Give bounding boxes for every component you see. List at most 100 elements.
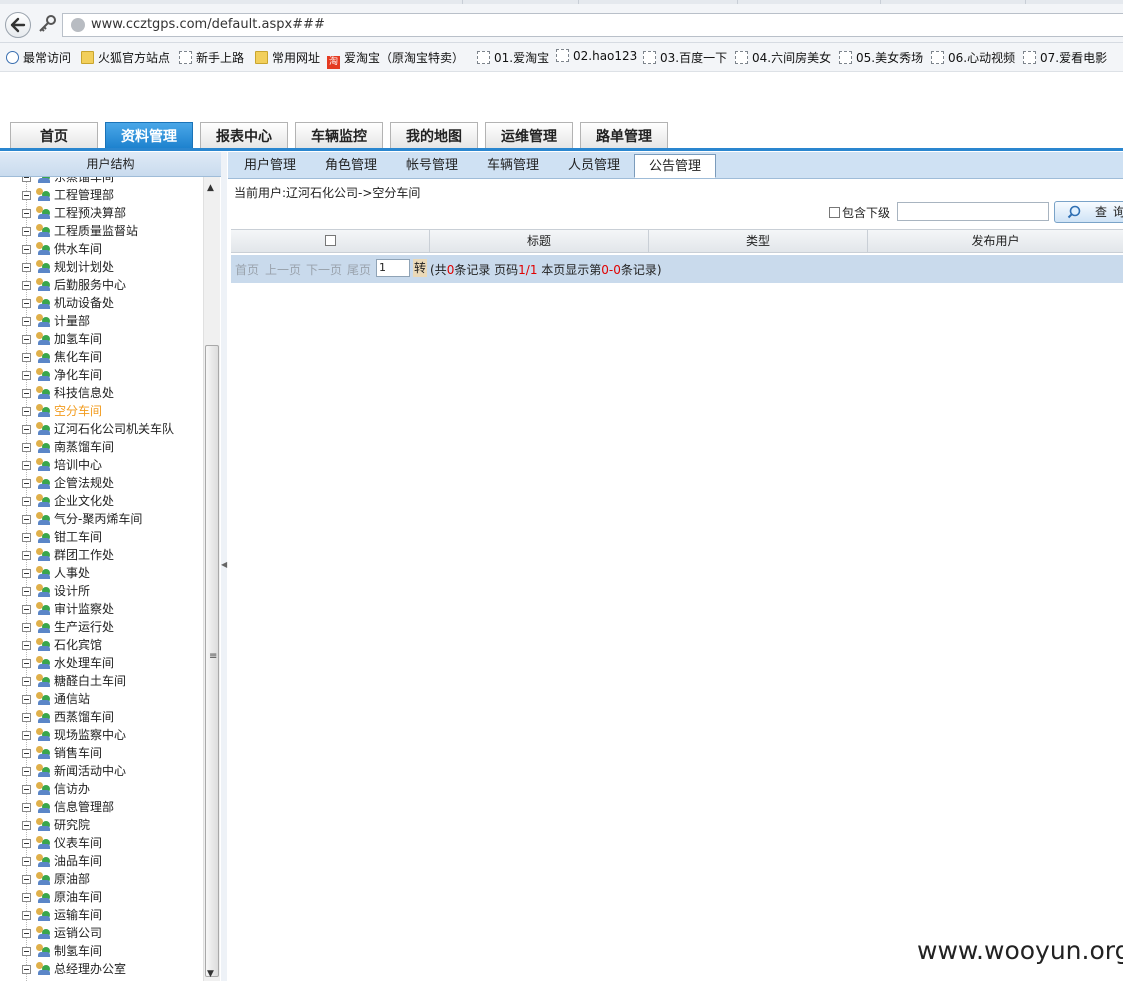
tree-item[interactable]: 原油部 [22, 870, 90, 888]
tree-item[interactable]: 信息管理部 [22, 798, 114, 816]
subtab-user-management[interactable]: 用户管理 [230, 154, 310, 178]
tree-item[interactable]: 石化宾馆 [22, 636, 102, 654]
tree-item[interactable]: 群团工作处 [22, 546, 114, 564]
pager-last[interactable]: 尾页 [347, 261, 371, 278]
tree-item[interactable]: 南蒸馏车间 [22, 438, 114, 456]
expand-toggle-icon[interactable] [22, 479, 31, 488]
nav-tab-home[interactable]: 首页 [10, 122, 98, 150]
panel-splitter[interactable]: ◀ [221, 152, 227, 981]
pager-prev[interactable]: 上一页 [265, 261, 301, 278]
expand-toggle-icon[interactable] [22, 785, 31, 794]
expand-toggle-icon[interactable] [22, 713, 31, 722]
url-input[interactable]: www.ccztgps.com/default.aspx### [62, 13, 1123, 37]
bookmark-04[interactable]: 04.六间房美女 [735, 49, 831, 66]
tree-item[interactable]: 通信站 [22, 690, 90, 708]
tree-item[interactable]: 辽河石化公司机关车队 [22, 420, 174, 438]
column-title[interactable]: 标题 [430, 230, 649, 252]
tree-item[interactable]: 销售车间 [22, 744, 102, 762]
scroll-up-arrow-icon[interactable]: ▲ [207, 183, 214, 193]
expand-toggle-icon[interactable] [22, 407, 31, 416]
expand-toggle-icon[interactable] [22, 911, 31, 920]
expand-toggle-icon[interactable] [22, 839, 31, 848]
subtab-account-management[interactable]: 帐号管理 [392, 154, 472, 178]
subtab-notice-management[interactable]: 公告管理 [634, 154, 716, 178]
tree-item[interactable]: 仪表车间 [22, 834, 102, 852]
bookmark-firefox[interactable]: 火狐官方站点 [81, 49, 170, 66]
expand-toggle-icon[interactable] [22, 209, 31, 218]
expand-toggle-icon[interactable] [22, 317, 31, 326]
bookmark-05[interactable]: 05.美女秀场 [839, 49, 923, 66]
page-number-input[interactable]: 1 [376, 259, 410, 277]
tree-item[interactable]: 机动设备处 [22, 294, 114, 312]
search-input[interactable] [897, 202, 1049, 221]
pager-next[interactable]: 下一页 [306, 261, 342, 278]
tree-item[interactable]: 现场监察中心 [22, 726, 126, 744]
expand-toggle-icon[interactable] [22, 425, 31, 434]
tree-item[interactable]: 企业文化处 [22, 492, 114, 510]
nav-tab-ops-management[interactable]: 运维管理 [485, 122, 573, 150]
nav-tab-route-sheet[interactable]: 路单管理 [580, 122, 668, 150]
expand-toggle-icon[interactable] [22, 929, 31, 938]
tree-item[interactable]: 审计监察处 [22, 600, 114, 618]
tree-item[interactable]: 运销公司 [22, 924, 102, 942]
tree-item[interactable]: 西蒸馏车间 [22, 708, 114, 726]
tree-item[interactable]: 后勤服务中心 [22, 276, 126, 294]
tree-item[interactable]: 水处理车间 [22, 654, 114, 672]
expand-toggle-icon[interactable] [22, 623, 31, 632]
tree-item[interactable]: 新闻活动中心 [22, 762, 126, 780]
tree-item[interactable]: 加氢车间 [22, 330, 102, 348]
expand-toggle-icon[interactable] [22, 731, 31, 740]
tree-item[interactable]: 企管法规处 [22, 474, 114, 492]
tree-item[interactable]: 气分-聚丙烯车间 [22, 510, 142, 528]
tree-item[interactable]: 科技信息处 [22, 384, 114, 402]
expand-toggle-icon[interactable] [22, 875, 31, 884]
tree-item[interactable]: 信访办 [22, 780, 90, 798]
expand-toggle-icon[interactable] [22, 803, 31, 812]
expand-toggle-icon[interactable] [22, 605, 31, 614]
bookmark-getting-started[interactable]: 新手上路 [179, 49, 244, 66]
checkbox-icon[interactable] [829, 207, 840, 218]
include-sub-checkbox[interactable]: 包含下级 [829, 204, 890, 221]
tree-item[interactable]: 焦化车间 [22, 348, 102, 366]
expand-toggle-icon[interactable] [22, 587, 31, 596]
tree-item[interactable]: 计量部 [22, 312, 90, 330]
expand-toggle-icon[interactable] [22, 515, 31, 524]
expand-toggle-icon[interactable] [22, 353, 31, 362]
tree-item[interactable]: 空分车间 [22, 402, 102, 420]
tree-item[interactable]: 工程预决算部 [22, 204, 126, 222]
bookmark-06[interactable]: 06.心动视频 [931, 49, 1015, 66]
expand-toggle-icon[interactable] [22, 227, 31, 236]
expand-toggle-icon[interactable] [22, 569, 31, 578]
bookmark-common-sites[interactable]: 常用网址 [255, 49, 320, 66]
bookmark-03[interactable]: 03.百度一下 [643, 49, 727, 66]
collapse-arrow-icon[interactable]: ◀ [221, 560, 227, 569]
query-button[interactable]: 查询 [1054, 201, 1123, 223]
expand-toggle-icon[interactable] [22, 335, 31, 344]
tree-item[interactable]: 人事处 [22, 564, 90, 582]
tree-item[interactable]: 油品车间 [22, 852, 102, 870]
key-icon[interactable] [37, 14, 57, 34]
expand-toggle-icon[interactable] [22, 767, 31, 776]
column-type[interactable]: 类型 [649, 230, 868, 252]
expand-toggle-icon[interactable] [22, 281, 31, 290]
nav-tab-my-map[interactable]: 我的地图 [390, 122, 478, 150]
bookmark-most-visited[interactable]: 最常访问 [6, 49, 71, 66]
nav-tab-vehicle-monitor[interactable]: 车辆监控 [295, 122, 383, 150]
go-button[interactable]: 转 [413, 259, 428, 277]
expand-toggle-icon[interactable] [22, 641, 31, 650]
back-button[interactable] [5, 12, 31, 38]
nav-tab-data-management[interactable]: 资料管理 [105, 122, 193, 150]
tree-item[interactable]: 规划计划处 [22, 258, 114, 276]
expand-toggle-icon[interactable] [22, 461, 31, 470]
expand-toggle-icon[interactable] [22, 443, 31, 452]
tree-item[interactable]: 原油车间 [22, 888, 102, 906]
scroll-thumb[interactable]: ≡ [205, 345, 219, 977]
subtab-personnel-management[interactable]: 人员管理 [554, 154, 634, 178]
expand-toggle-icon[interactable] [22, 821, 31, 830]
expand-toggle-icon[interactable] [22, 749, 31, 758]
tree-item[interactable]: 制氢车间 [22, 942, 102, 960]
tree-item[interactable]: 净化车间 [22, 366, 102, 384]
tree-item[interactable]: 总经理办公室 [22, 960, 126, 978]
expand-toggle-icon[interactable] [22, 299, 31, 308]
tree-item[interactable]: 糖醛白土车间 [22, 672, 126, 690]
